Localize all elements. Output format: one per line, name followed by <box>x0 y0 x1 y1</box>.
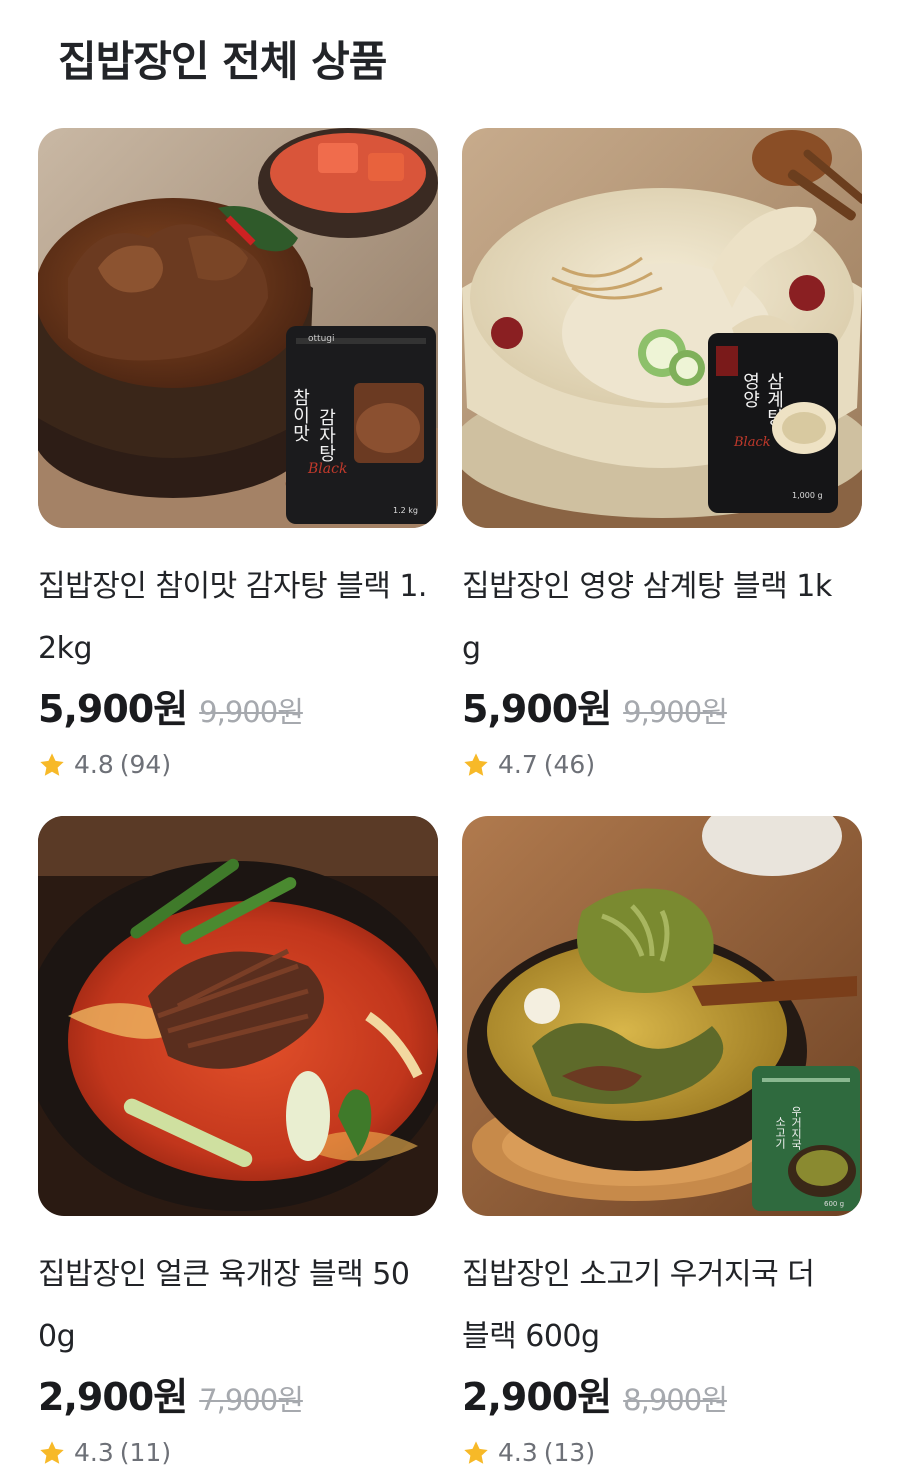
sale-price: 2,900원 <box>462 1375 612 1419</box>
page-title: 집밥장인 전체 상품 <box>58 37 387 86</box>
original-price: 8,900원 <box>623 1383 728 1417</box>
review-count: (46) <box>543 750 596 779</box>
svg-text:ottugi: ottugi <box>308 334 334 344</box>
star-icon <box>464 1440 488 1464</box>
product-image-ugeojiguk[interactable]: 소고기 우거지국 600 g <box>462 816 862 1216</box>
price-row: 2,900원 7,900원 <box>38 1366 438 1424</box>
svg-text:감자탕: 감자탕 <box>316 408 337 462</box>
rating-value: 4.3 <box>498 1438 538 1467</box>
svg-text:1.2 kg: 1.2 kg <box>393 506 418 515</box>
price-row: 5,900원 9,900원 <box>38 678 438 736</box>
rating-value: 4.8 <box>74 750 114 779</box>
svg-text:영양: 영양 <box>740 372 761 408</box>
price-row: 5,900원 9,900원 <box>462 678 862 736</box>
product-name-line-2: 0g <box>38 1319 76 1354</box>
product-name-line-1: 집밥장인 참이맛 감자탕 블랙 1. <box>38 569 427 604</box>
rating: 4.8 (94) <box>38 750 438 779</box>
rating: 4.7 (46) <box>462 750 862 779</box>
svg-text:참이맛: 참이맛 <box>290 388 311 442</box>
product-card[interactable]: ottugi 참이맛 감자탕 Black 1.2 kg 집밥장인 참이맛 감자탕… <box>38 128 438 779</box>
svg-text:우거지국: 우거지국 <box>790 1106 803 1150</box>
product-name[interactable]: 집밥장인 영양 삼계탕 블랙 1k g <box>462 556 862 680</box>
svg-text:Black: Black <box>307 461 347 477</box>
product-name[interactable]: 집밥장인 소고기 우거지국 더 블랙 600g <box>462 1244 862 1368</box>
star-icon <box>464 752 488 776</box>
product-name-line-1: 집밥장인 소고기 우거지국 더 <box>462 1257 815 1292</box>
price-row: 2,900원 8,900원 <box>462 1366 862 1424</box>
star-icon <box>40 1440 64 1464</box>
product-image-yukgaejang[interactable] <box>38 816 438 1216</box>
svg-text:600 g: 600 g <box>824 1200 844 1208</box>
review-count: (13) <box>543 1438 596 1467</box>
sale-price: 2,900원 <box>38 1375 188 1419</box>
original-price: 9,900원 <box>623 695 728 729</box>
svg-text:Black: Black <box>733 435 771 450</box>
product-name-line-1: 집밥장인 영양 삼계탕 블랙 1k <box>462 569 832 604</box>
product-card[interactable]: 영양 삼계탕 Black 1,000 g 집밥장인 영양 삼계탕 블랙 1k g… <box>462 128 862 779</box>
product-image-gamjatang[interactable]: ottugi 참이맛 감자탕 Black 1.2 kg <box>38 128 438 528</box>
product-card[interactable]: 소고기 우거지국 600 g 집밥장인 소고기 우거지국 더 블랙 600g 2… <box>462 816 862 1467</box>
sale-price: 5,900원 <box>462 687 612 731</box>
product-name-line-2: g <box>462 631 481 666</box>
rating-value: 4.7 <box>498 750 538 779</box>
product-image-samgyetang[interactable]: 영양 삼계탕 Black 1,000 g <box>462 128 862 528</box>
product-card[interactable]: 집밥장인 얼큰 육개장 블랙 50 0g 2,900원 7,900원 4.3 (… <box>38 816 438 1467</box>
product-name-line-2: 블랙 600g <box>462 1319 600 1354</box>
product-name[interactable]: 집밥장인 참이맛 감자탕 블랙 1. 2kg <box>38 556 438 680</box>
product-name[interactable]: 집밥장인 얼큰 육개장 블랙 50 0g <box>38 1244 438 1368</box>
svg-text:소고기: 소고기 <box>774 1116 787 1149</box>
rating: 4.3 (13) <box>462 1438 862 1467</box>
review-count: (94) <box>119 750 172 779</box>
star-icon <box>40 752 64 776</box>
original-price: 9,900원 <box>199 695 304 729</box>
sale-price: 5,900원 <box>38 687 188 731</box>
product-name-line-1: 집밥장인 얼큰 육개장 블랙 50 <box>38 1257 410 1292</box>
rating: 4.3 (11) <box>38 1438 438 1467</box>
review-count: (11) <box>119 1438 172 1467</box>
svg-text:1,000 g: 1,000 g <box>792 491 823 500</box>
rating-value: 4.3 <box>74 1438 114 1467</box>
original-price: 7,900원 <box>199 1383 304 1417</box>
product-name-line-2: 2kg <box>38 631 93 666</box>
